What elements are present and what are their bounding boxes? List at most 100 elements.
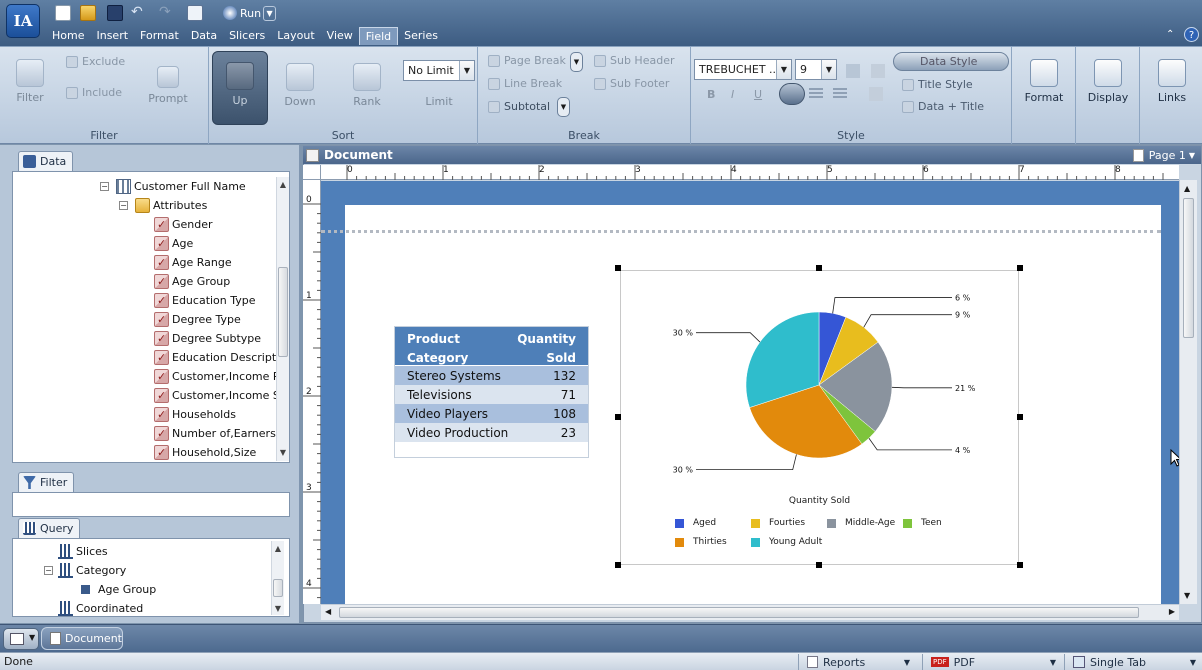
collapse-icon[interactable]: − <box>100 182 109 191</box>
menu-field[interactable]: Field <box>358 27 399 45</box>
format-button[interactable]: Format <box>1020 59 1068 104</box>
links-button[interactable]: Links <box>1148 59 1196 104</box>
scroll-thumb[interactable] <box>339 607 1139 618</box>
query-tree-scrollbar[interactable]: ▲ ▼ <box>271 541 284 615</box>
report-table[interactable]: Product Category Quantity Sold Stereo Sy… <box>394 326 589 458</box>
table-row[interactable]: Video Players 108 <box>395 404 588 423</box>
menu-insert[interactable]: Insert <box>90 27 134 45</box>
exclude-button[interactable]: Exclude <box>66 55 125 68</box>
scroll-thumb[interactable] <box>273 579 283 597</box>
align-right-icon[interactable] <box>833 88 847 100</box>
page-break-dropdown-icon[interactable]: ▼ <box>570 52 583 72</box>
filter-panel-tab[interactable]: Filter <box>18 472 75 492</box>
tree-item[interactable]: Households <box>154 405 236 424</box>
resize-handle[interactable] <box>816 265 822 271</box>
data-panel-tab[interactable]: Data <box>18 151 74 171</box>
table-row[interactable]: Televisions 71 <box>395 385 588 404</box>
run-dropdown-icon[interactable]: ▼ <box>263 5 277 21</box>
tree-item[interactable]: Degree Type <box>154 310 241 329</box>
query-panel-tab[interactable]: Query <box>18 518 81 538</box>
layout-mode-dropdown[interactable]: Single Tab ▼ <box>1064 654 1202 670</box>
collapse-icon[interactable]: − <box>119 201 128 210</box>
font-name-dropdown[interactable]: TREBUCHET ... ▼ <box>694 59 792 80</box>
scroll-down-icon[interactable]: ▼ <box>277 447 289 459</box>
resize-handle[interactable] <box>615 562 621 568</box>
subtotal-button[interactable]: Subtotal <box>488 100 550 113</box>
output-format-dropdown[interactable]: PDF PDF ▼ <box>922 654 1062 670</box>
limit-dropdown[interactable]: No Limit ▼ <box>403 60 475 81</box>
sub-footer-button[interactable]: Sub Footer <box>594 77 669 90</box>
menu-layout[interactable]: Layout <box>271 27 320 45</box>
data-title-button[interactable]: Data + Title <box>902 100 984 113</box>
scroll-right-icon[interactable]: ▶ <box>1169 607 1175 616</box>
filter-button[interactable]: Filter <box>10 59 50 104</box>
query-item-coordinated[interactable]: Coordinated <box>58 599 143 616</box>
display-button[interactable]: Display <box>1084 59 1132 104</box>
scroll-down-icon[interactable]: ▼ <box>1184 591 1190 600</box>
undo-icon[interactable]: ↶ <box>131 4 143 20</box>
page-header-divider[interactable] <box>321 230 1161 233</box>
page-selector[interactable]: Page 1 ▼ <box>1132 148 1195 162</box>
scroll-up-icon[interactable]: ▲ <box>277 179 289 191</box>
tree-item[interactable]: Gender <box>154 215 213 234</box>
menu-home[interactable]: Home <box>46 27 90 45</box>
resize-handle[interactable] <box>615 265 621 271</box>
window-list-button[interactable]: ▼ <box>3 628 39 650</box>
data-tree-scrollbar[interactable]: ▲ ▼ <box>276 177 289 461</box>
menu-data[interactable]: Data <box>185 27 223 45</box>
reports-dropdown[interactable]: Reports ▼ <box>798 654 916 670</box>
tree-item[interactable]: Customer,Income Su <box>154 386 287 405</box>
help-icon[interactable]: ? <box>1184 27 1199 42</box>
tree-item[interactable]: Number of,Earners <box>154 424 276 443</box>
resize-handle[interactable] <box>816 562 822 568</box>
data-style-button[interactable]: Data Style <box>893 52 1009 71</box>
resize-handle[interactable] <box>1017 414 1023 420</box>
print-preview-icon[interactable] <box>187 5 203 21</box>
scroll-left-icon[interactable]: ◀ <box>325 607 331 616</box>
sub-header-button[interactable]: Sub Header <box>594 54 675 67</box>
prompt-button[interactable]: Prompt <box>146 66 190 105</box>
redo-icon[interactable]: ↷ <box>159 4 171 20</box>
include-button[interactable]: Include <box>66 86 122 99</box>
table-header[interactable]: Product Category Quantity Sold <box>395 327 588 365</box>
line-break-button[interactable]: Line Break <box>488 77 562 90</box>
resize-handle[interactable] <box>1017 562 1023 568</box>
save-icon[interactable] <box>107 5 123 21</box>
grid-style-icon[interactable] <box>846 64 860 78</box>
scroll-up-icon[interactable]: ▲ <box>272 543 284 555</box>
document-vertical-scrollbar[interactable]: ▲ ▼ <box>1179 180 1197 604</box>
menu-series[interactable]: Series <box>398 27 444 45</box>
italic-icon[interactable]: I <box>731 88 734 101</box>
scroll-thumb[interactable] <box>278 267 288 357</box>
resize-handle[interactable] <box>1017 265 1023 271</box>
document-horizontal-scrollbar[interactable]: ◀ ▶ <box>321 604 1179 620</box>
tree-item[interactable]: Age Group <box>154 272 230 291</box>
table-row[interactable]: Stereo Systems 132 <box>395 366 588 385</box>
tree-item[interactable]: Age <box>154 234 193 253</box>
tree-item[interactable]: Education Type <box>154 291 256 310</box>
tree-item[interactable]: Customer,Income Ra <box>154 367 287 386</box>
table-row[interactable]: Video Production 23 <box>395 423 588 442</box>
collapse-ribbon-icon[interactable]: ⌃ <box>1166 29 1174 40</box>
scroll-up-icon[interactable]: ▲ <box>1184 184 1190 193</box>
bold-icon[interactable]: B <box>707 88 715 101</box>
format-painter-icon[interactable] <box>869 87 883 101</box>
scroll-down-icon[interactable]: ▼ <box>272 603 284 615</box>
collapse-icon[interactable]: − <box>44 566 53 575</box>
query-item-category[interactable]: Category <box>58 561 126 580</box>
subtotal-dropdown-icon[interactable]: ▼ <box>557 97 570 117</box>
font-size-dropdown[interactable]: 9 ▼ <box>795 59 837 80</box>
resize-handle[interactable] <box>615 414 621 420</box>
eyedropper-icon[interactable] <box>871 64 885 78</box>
tree-item[interactable]: Household,Size <box>154 443 256 462</box>
title-style-button[interactable]: Title Style <box>902 78 973 91</box>
app-logo[interactable]: IA <box>6 4 40 38</box>
align-center-icon[interactable] <box>809 88 823 100</box>
tree-item[interactable]: Education Description <box>154 348 289 367</box>
run-button[interactable]: Run ▼ <box>223 4 277 22</box>
tree-item[interactable]: Age Range <box>154 253 232 272</box>
tree-node-root[interactable]: Customer Full Name <box>116 177 246 196</box>
open-folder-icon[interactable] <box>80 5 96 21</box>
query-item-age-group[interactable]: Age Group <box>79 580 156 599</box>
new-document-icon[interactable] <box>55 5 71 21</box>
